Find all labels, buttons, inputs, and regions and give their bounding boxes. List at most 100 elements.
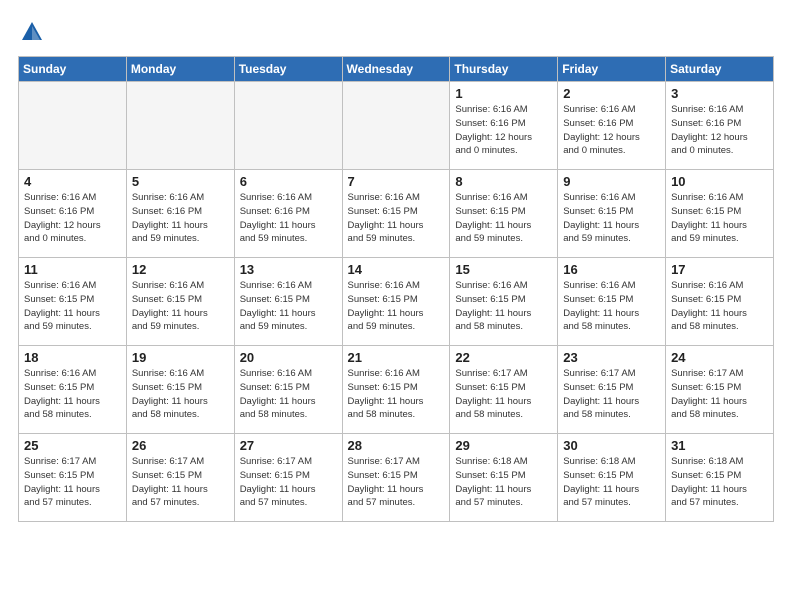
day-number: 10 bbox=[671, 174, 768, 189]
day-info: Sunrise: 6:16 AM Sunset: 6:16 PM Dayligh… bbox=[671, 103, 768, 158]
calendar-cell bbox=[234, 82, 342, 170]
calendar-cell bbox=[126, 82, 234, 170]
logo bbox=[18, 18, 50, 46]
day-info: Sunrise: 6:17 AM Sunset: 6:15 PM Dayligh… bbox=[240, 455, 337, 510]
calendar-cell: 25 Sunrise: 6:17 AM Sunset: 6:15 PM Dayli… bbox=[19, 434, 127, 522]
calendar-week-row: 25 Sunrise: 6:17 AM Sunset: 6:15 PM Dayli… bbox=[19, 434, 774, 522]
day-info: Sunrise: 6:17 AM Sunset: 6:15 PM Dayligh… bbox=[671, 367, 768, 422]
header bbox=[18, 18, 774, 46]
day-number: 19 bbox=[132, 350, 229, 365]
calendar-cell: 21 Sunrise: 6:16 AM Sunset: 6:15 PM Dayli… bbox=[342, 346, 450, 434]
day-number: 18 bbox=[24, 350, 121, 365]
day-info: Sunrise: 6:16 AM Sunset: 6:16 PM Dayligh… bbox=[24, 191, 121, 246]
calendar-cell: 23 Sunrise: 6:17 AM Sunset: 6:15 PM Dayli… bbox=[558, 346, 666, 434]
calendar-cell: 19 Sunrise: 6:16 AM Sunset: 6:15 PM Dayli… bbox=[126, 346, 234, 434]
page: SundayMondayTuesdayWednesdayThursdayFrid… bbox=[0, 0, 792, 612]
day-info: Sunrise: 6:16 AM Sunset: 6:15 PM Dayligh… bbox=[671, 279, 768, 334]
day-number: 1 bbox=[455, 86, 552, 101]
day-number: 9 bbox=[563, 174, 660, 189]
day-info: Sunrise: 6:16 AM Sunset: 6:15 PM Dayligh… bbox=[563, 191, 660, 246]
weekday-header-saturday: Saturday bbox=[666, 57, 774, 82]
calendar-cell: 26Sunrise: 6:17 AM Sunset: 6:15 PM Dayli… bbox=[126, 434, 234, 522]
day-info: Sunrise: 6:16 AM Sunset: 6:15 PM Dayligh… bbox=[24, 279, 121, 334]
day-info: Sunrise: 6:18 AM Sunset: 6:15 PM Dayligh… bbox=[671, 455, 768, 510]
day-number: 28 bbox=[348, 438, 445, 453]
day-number: 25 bbox=[24, 438, 121, 453]
calendar-cell: 1 Sunrise: 6:16 AM Sunset: 6:16 PM Daylig… bbox=[450, 82, 558, 170]
day-info: Sunrise: 6:17 AM Sunset: 6:15 PM Dayligh… bbox=[24, 455, 121, 510]
day-info: Sunrise: 6:16 AM Sunset: 6:15 PM Dayligh… bbox=[240, 367, 337, 422]
day-number: 30 bbox=[563, 438, 660, 453]
day-number: 24 bbox=[671, 350, 768, 365]
day-number: 15 bbox=[455, 262, 552, 277]
calendar-cell: 4 Sunrise: 6:16 AM Sunset: 6:16 PM Daylig… bbox=[19, 170, 127, 258]
day-info: Sunrise: 6:17 AM Sunset: 6:15 PM Dayligh… bbox=[348, 455, 445, 510]
calendar-cell bbox=[342, 82, 450, 170]
day-info: Sunrise: 6:16 AM Sunset: 6:15 PM Dayligh… bbox=[132, 367, 229, 422]
calendar-cell: 29 Sunrise: 6:18 AM Sunset: 6:15 PM Dayli… bbox=[450, 434, 558, 522]
day-number: 3 bbox=[671, 86, 768, 101]
day-number: 12 bbox=[132, 262, 229, 277]
calendar-cell: 2 Sunrise: 6:16 AM Sunset: 6:16 PM Daylig… bbox=[558, 82, 666, 170]
calendar-cell: 15 Sunrise: 6:16 AM Sunset: 6:15 PM Dayli… bbox=[450, 258, 558, 346]
weekday-header-wednesday: Wednesday bbox=[342, 57, 450, 82]
day-info: Sunrise: 6:18 AM Sunset: 6:15 PM Dayligh… bbox=[563, 455, 660, 510]
day-number: 11 bbox=[24, 262, 121, 277]
day-info: Sunrise: 6:16 AM Sunset: 6:15 PM Dayligh… bbox=[240, 279, 337, 334]
day-info: Sunrise: 6:16 AM Sunset: 6:15 PM Dayligh… bbox=[455, 191, 552, 246]
calendar-cell: 6Sunrise: 6:16 AM Sunset: 6:16 PM Daylig… bbox=[234, 170, 342, 258]
day-info: Sunrise: 6:16 AM Sunset: 6:16 PM Dayligh… bbox=[563, 103, 660, 158]
day-number: 17 bbox=[671, 262, 768, 277]
day-number: 16 bbox=[563, 262, 660, 277]
day-number: 22 bbox=[455, 350, 552, 365]
calendar-week-row: 4 Sunrise: 6:16 AM Sunset: 6:16 PM Daylig… bbox=[19, 170, 774, 258]
day-number: 20 bbox=[240, 350, 337, 365]
calendar-cell: 24 Sunrise: 6:17 AM Sunset: 6:15 PM Dayli… bbox=[666, 346, 774, 434]
calendar-table: SundayMondayTuesdayWednesdayThursdayFrid… bbox=[18, 56, 774, 522]
calendar-week-row: 18 Sunrise: 6:16 AM Sunset: 6:15 PM Dayli… bbox=[19, 346, 774, 434]
calendar-cell: 3 Sunrise: 6:16 AM Sunset: 6:16 PM Daylig… bbox=[666, 82, 774, 170]
calendar-cell: 12 Sunrise: 6:16 AM Sunset: 6:15 PM Dayli… bbox=[126, 258, 234, 346]
calendar-cell bbox=[19, 82, 127, 170]
calendar-cell: 28 Sunrise: 6:17 AM Sunset: 6:15 PM Dayli… bbox=[342, 434, 450, 522]
day-info: Sunrise: 6:17 AM Sunset: 6:15 PM Dayligh… bbox=[455, 367, 552, 422]
day-number: 2 bbox=[563, 86, 660, 101]
day-number: 4 bbox=[24, 174, 121, 189]
calendar-cell: 5Sunrise: 6:16 AM Sunset: 6:16 PM Daylig… bbox=[126, 170, 234, 258]
calendar-cell: 10 Sunrise: 6:16 AM Sunset: 6:15 PM Dayli… bbox=[666, 170, 774, 258]
calendar-cell: 14 Sunrise: 6:16 AM Sunset: 6:15 PM Dayli… bbox=[342, 258, 450, 346]
day-info: Sunrise: 6:16 AM Sunset: 6:16 PM Dayligh… bbox=[240, 191, 337, 246]
day-info: Sunrise: 6:16 AM Sunset: 6:15 PM Dayligh… bbox=[563, 279, 660, 334]
day-number: 21 bbox=[348, 350, 445, 365]
calendar-cell: 11 Sunrise: 6:16 AM Sunset: 6:15 PM Dayli… bbox=[19, 258, 127, 346]
day-info: Sunrise: 6:16 AM Sunset: 6:15 PM Dayligh… bbox=[671, 191, 768, 246]
day-info: Sunrise: 6:17 AM Sunset: 6:15 PM Dayligh… bbox=[563, 367, 660, 422]
weekday-header-tuesday: Tuesday bbox=[234, 57, 342, 82]
calendar-cell: 13 Sunrise: 6:16 AM Sunset: 6:15 PM Dayli… bbox=[234, 258, 342, 346]
day-number: 14 bbox=[348, 262, 445, 277]
day-number: 13 bbox=[240, 262, 337, 277]
calendar-cell: 17 Sunrise: 6:16 AM Sunset: 6:15 PM Dayli… bbox=[666, 258, 774, 346]
day-number: 23 bbox=[563, 350, 660, 365]
calendar-week-row: 11 Sunrise: 6:16 AM Sunset: 6:15 PM Dayli… bbox=[19, 258, 774, 346]
weekday-header-row: SundayMondayTuesdayWednesdayThursdayFrid… bbox=[19, 57, 774, 82]
day-info: Sunrise: 6:16 AM Sunset: 6:15 PM Dayligh… bbox=[348, 367, 445, 422]
day-number: 8 bbox=[455, 174, 552, 189]
calendar-cell: 30 Sunrise: 6:18 AM Sunset: 6:15 PM Dayli… bbox=[558, 434, 666, 522]
day-number: 26 bbox=[132, 438, 229, 453]
day-info: Sunrise: 6:16 AM Sunset: 6:16 PM Dayligh… bbox=[455, 103, 552, 158]
weekday-header-sunday: Sunday bbox=[19, 57, 127, 82]
weekday-header-friday: Friday bbox=[558, 57, 666, 82]
day-number: 29 bbox=[455, 438, 552, 453]
day-info: Sunrise: 6:16 AM Sunset: 6:15 PM Dayligh… bbox=[348, 191, 445, 246]
calendar-week-row: 1 Sunrise: 6:16 AM Sunset: 6:16 PM Daylig… bbox=[19, 82, 774, 170]
day-info: Sunrise: 6:16 AM Sunset: 6:15 PM Dayligh… bbox=[348, 279, 445, 334]
calendar-cell: 7Sunrise: 6:16 AM Sunset: 6:15 PM Daylig… bbox=[342, 170, 450, 258]
weekday-header-monday: Monday bbox=[126, 57, 234, 82]
day-info: Sunrise: 6:16 AM Sunset: 6:15 PM Dayligh… bbox=[455, 279, 552, 334]
calendar-cell: 31Sunrise: 6:18 AM Sunset: 6:15 PM Dayli… bbox=[666, 434, 774, 522]
logo-icon bbox=[18, 18, 46, 46]
day-info: Sunrise: 6:16 AM Sunset: 6:15 PM Dayligh… bbox=[132, 279, 229, 334]
day-info: Sunrise: 6:18 AM Sunset: 6:15 PM Dayligh… bbox=[455, 455, 552, 510]
calendar-cell: 27Sunrise: 6:17 AM Sunset: 6:15 PM Dayli… bbox=[234, 434, 342, 522]
